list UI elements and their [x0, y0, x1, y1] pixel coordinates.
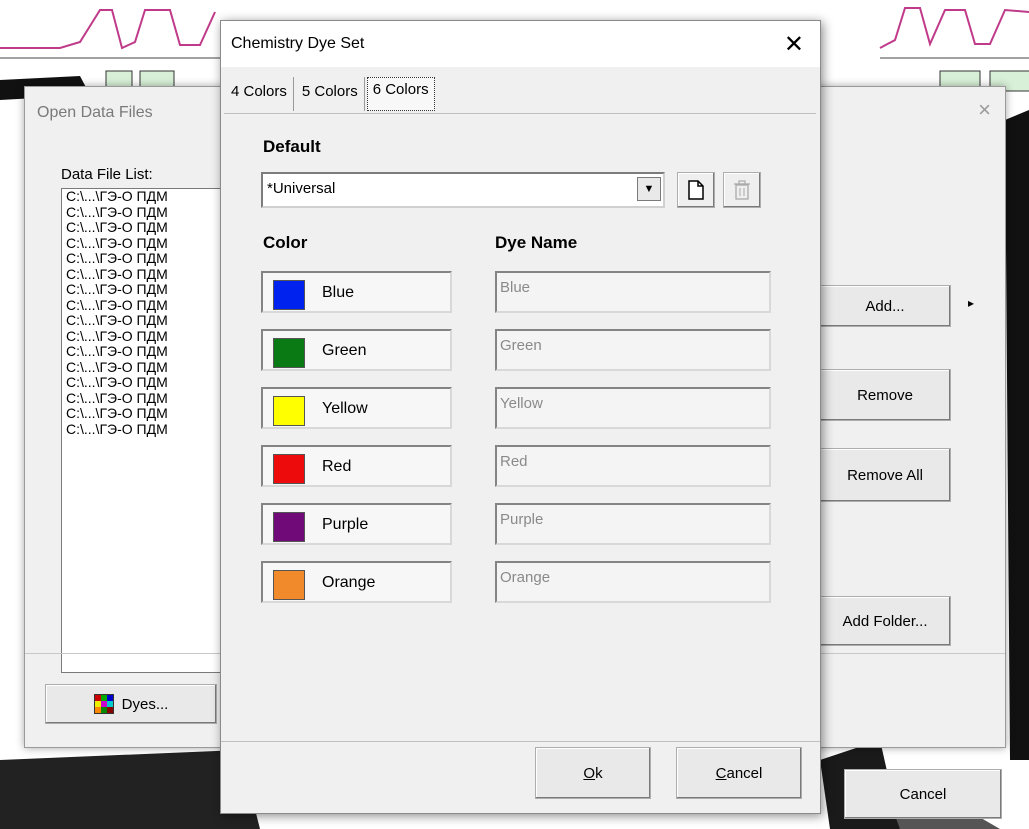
dyes-button[interactable]: Dyes...	[45, 684, 217, 724]
color-name: Orange	[322, 574, 376, 591]
new-dye-set-button[interactable]	[677, 172, 715, 208]
ok-button[interactable]: Ok	[535, 747, 651, 799]
default-label: Default	[263, 137, 321, 156]
color-picker-green[interactable]: Green	[261, 329, 452, 371]
color-name: Red	[322, 458, 352, 475]
color-picker-orange[interactable]: Orange	[261, 561, 452, 603]
tab-6-colors[interactable]: 6 Colors	[366, 77, 435, 111]
title-bar[interactable]: Chemistry Dye Set ✕	[221, 21, 820, 67]
remove-button[interactable]: Remove	[819, 369, 951, 421]
cancel-label-rest: ancel	[726, 764, 763, 782]
add-button[interactable]: Add...	[819, 285, 951, 327]
dye-name-value: Red	[500, 453, 528, 470]
dialog-title: Chemistry Dye Set	[231, 35, 365, 52]
color-name: Blue	[322, 284, 355, 301]
dye-name-field-yellow[interactable]: Yellow	[495, 387, 771, 429]
color-swatch	[273, 454, 305, 484]
color-column-header: Color	[263, 233, 308, 252]
cancel-accelerator: C	[715, 764, 727, 782]
dye-name-column-header: Dye Name	[495, 233, 578, 252]
color-name: Purple	[322, 516, 369, 533]
chevron-down-icon[interactable]: ▼	[637, 177, 661, 201]
dye-name-value: Green	[500, 337, 542, 354]
dye-name-field-green[interactable]: Green	[495, 329, 771, 371]
new-document-icon	[688, 180, 704, 200]
divider	[221, 741, 820, 742]
color-grid-icon	[93, 694, 114, 714]
dye-set-select-value: *Universal	[267, 180, 336, 197]
add-folder-button[interactable]: Add Folder...	[819, 596, 951, 646]
dye-name-value: Blue	[500, 279, 531, 296]
color-name: Green	[322, 342, 367, 359]
color-swatch	[273, 280, 305, 310]
remove-all-button[interactable]: Remove All	[819, 448, 951, 502]
color-picker-purple[interactable]: Purple	[261, 503, 452, 545]
close-icon[interactable]: ✕	[784, 30, 804, 59]
dye-name-field-red[interactable]: Red	[495, 445, 771, 487]
chemistry-dye-set-dialog: Chemistry Dye Set ✕ 4 Colors 5 Colors 6 …	[220, 20, 821, 814]
ok-accelerator: O	[583, 764, 596, 782]
dyes-button-label: Dyes...	[121, 695, 169, 713]
delete-dye-set-button[interactable]	[723, 172, 761, 208]
color-swatch	[273, 570, 305, 600]
color-swatch	[273, 512, 305, 542]
tab-strip: 4 Colors 5 Colors 6 Colors	[225, 77, 437, 111]
color-swatch	[273, 396, 305, 426]
tab-5-colors[interactable]: 5 Colors	[296, 77, 365, 111]
dye-name-field-orange[interactable]: Orange	[495, 561, 771, 603]
color-name: Yellow	[322, 400, 368, 417]
dye-name-field-blue[interactable]: Blue	[495, 271, 771, 313]
dye-name-value: Purple	[500, 511, 544, 528]
color-picker-yellow[interactable]: Yellow	[261, 387, 452, 429]
color-picker-red[interactable]: Red	[261, 445, 452, 487]
data-file-list-label: Data File List:	[61, 166, 153, 183]
cancel-button[interactable]: Cancel	[676, 747, 802, 799]
color-picker-blue[interactable]: Blue	[261, 271, 452, 313]
dye-name-value: Yellow	[500, 395, 543, 412]
cancel-button[interactable]: Cancel	[844, 769, 1002, 819]
close-icon[interactable]: ×	[978, 97, 991, 123]
dialog-title: Open Data Files	[37, 104, 153, 121]
dye-name-value: Orange	[500, 569, 551, 586]
trash-icon	[734, 180, 750, 200]
submenu-arrow-icon[interactable]: ▸	[968, 296, 974, 310]
color-swatch	[273, 338, 305, 368]
ok-label-rest: k	[595, 764, 603, 782]
dye-name-field-purple[interactable]: Purple	[495, 503, 771, 545]
dye-set-select[interactable]: *Universal ▼	[261, 172, 665, 208]
tab-4-colors[interactable]: 4 Colors	[225, 77, 294, 111]
